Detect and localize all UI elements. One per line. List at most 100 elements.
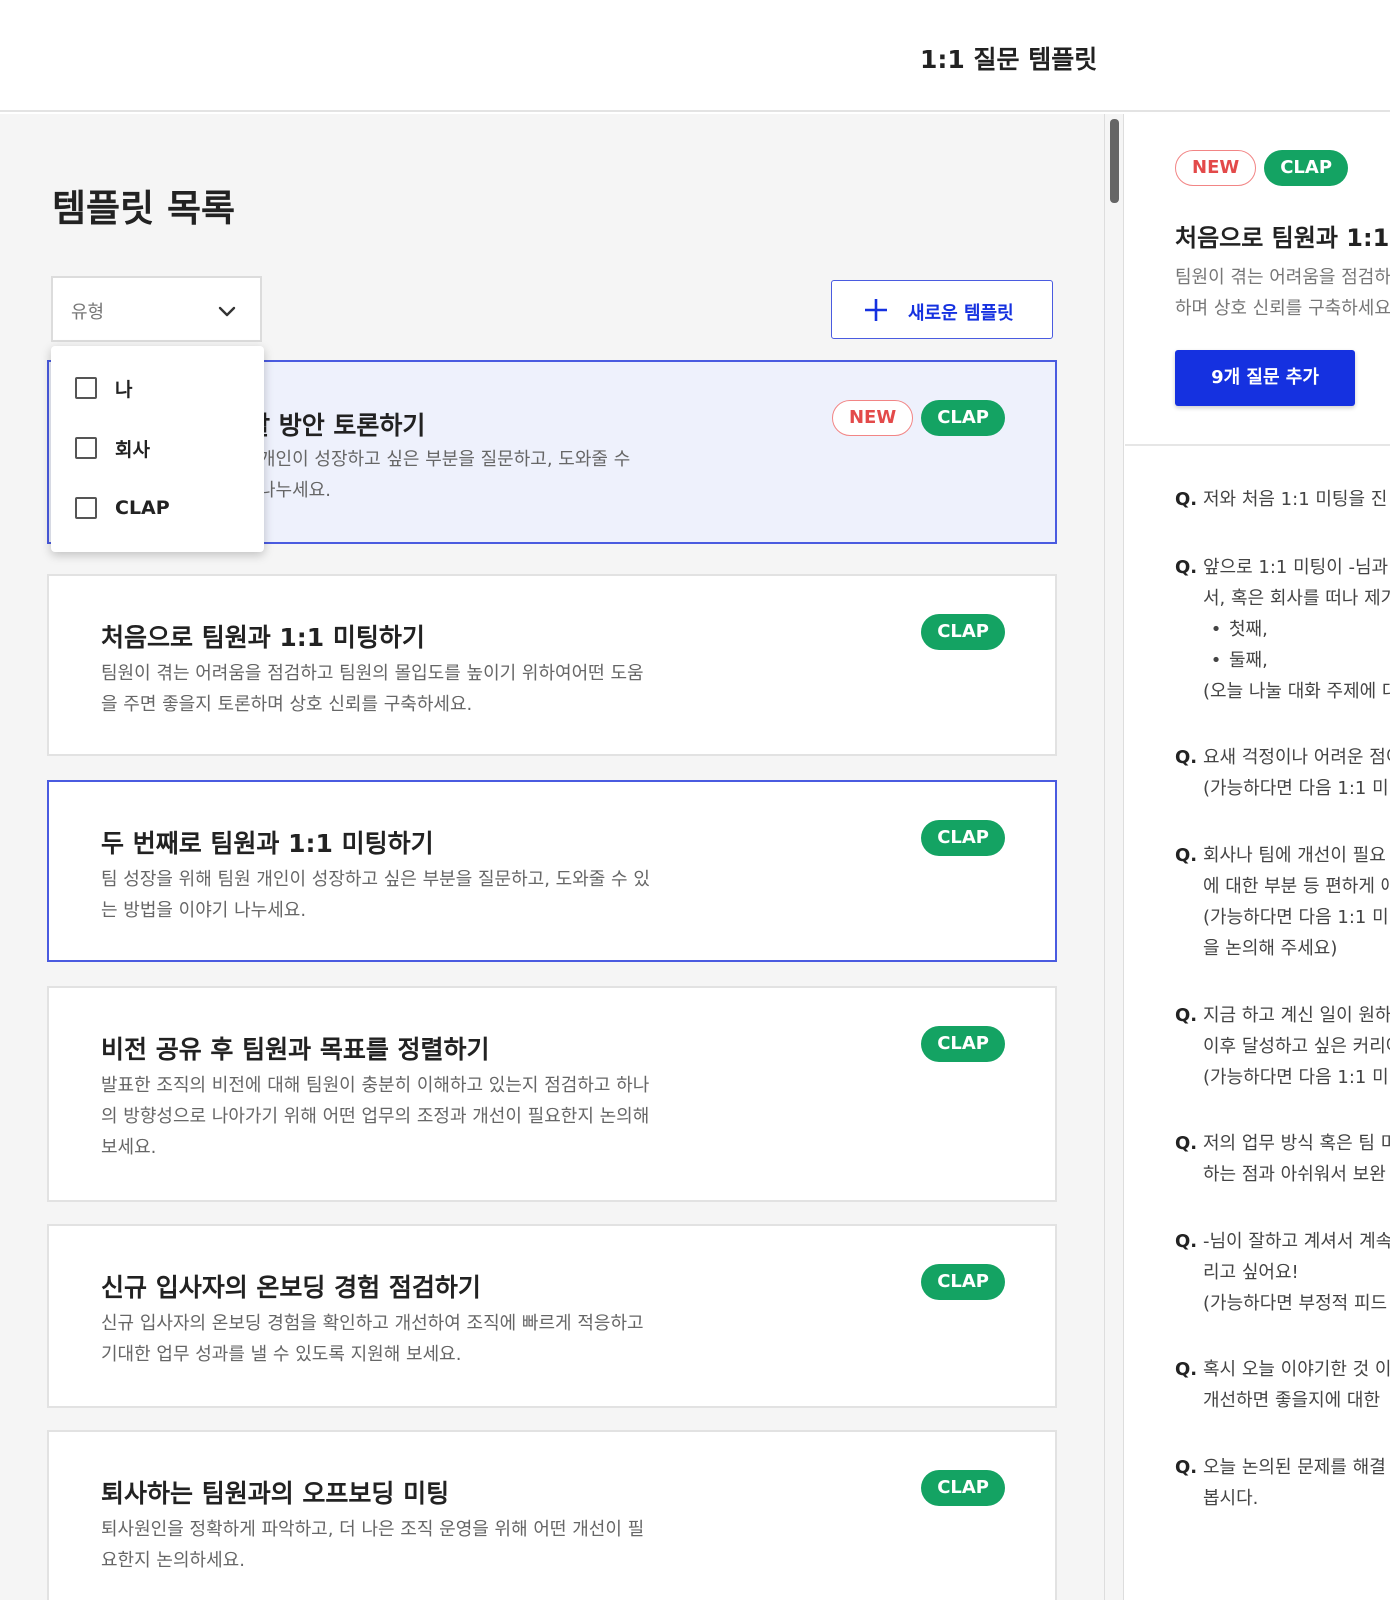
template-card-badges: CLAP <box>921 1264 1005 1300</box>
question-text: 을 논의해 주세요) <box>1203 938 1338 959</box>
template-card[interactable]: 신규 입사자의 온보딩 경험 점검하기 신규 입사자의 온보딩 경험을 확인하고… <box>47 1224 1057 1408</box>
question-bullet: 첫째, <box>1203 614 1390 645</box>
type-option-clap[interactable]: CLAP <box>75 494 170 522</box>
template-card-title: 처음으로 팀원과 1:1 미팅하기 <box>101 623 425 652</box>
template-card-desc: 팀원이 겪는 어려움을 점검하고 팀원의 몰입도를 높이기 위하여어떤 도움을 … <box>101 663 644 715</box>
template-card-badges: CLAP <box>921 614 1005 650</box>
detail-badges: NEW CLAP <box>1175 150 1349 186</box>
template-card-desc: 신규 입사자의 온보딩 경험을 확인하고 개선하여 조직에 빠르게 적응하고 기… <box>101 1313 644 1365</box>
type-filter-label: 유형 <box>71 302 105 323</box>
type-filter-select[interactable]: 유형 <box>51 276 262 342</box>
clap-badge: CLAP <box>921 1026 1005 1062</box>
clap-badge: CLAP <box>921 1264 1005 1300</box>
template-card-badges: CLAP <box>921 1026 1005 1062</box>
clap-badge: CLAP <box>921 1470 1005 1506</box>
template-card[interactable]: 두 번째로 팀원과 1:1 미팅하기 팀 성장을 위해 팀원 개인이 성장하고 … <box>47 780 1057 962</box>
type-option-company[interactable]: 회사 <box>75 434 150 462</box>
type-filter-dropdown: 나 회사 CLAP <box>51 346 264 552</box>
question-text: 요새 걱정이나 어려운 점이 <box>1203 747 1390 768</box>
question-mark: Q. <box>1175 1005 1198 1026</box>
question-text: 이후 달성하고 싶은 커리어 <box>1203 1036 1390 1057</box>
checkbox[interactable] <box>75 377 97 399</box>
type-option-label: CLAP <box>115 497 170 519</box>
template-card-desc: 발표한 조직의 비전에 대해 팀원이 충분히 이해하고 있는지 점검하고 하나의… <box>101 1075 650 1158</box>
template-detail-pane: NEW CLAP 처음으로 팀원과 1:1 팀원이 겪는 어려움을 점검하 하며… <box>1125 114 1390 1600</box>
clap-badge: CLAP <box>921 820 1005 856</box>
page-title: 1:1 질문 템플릿 <box>920 45 1098 74</box>
scrollbar-track[interactable] <box>1104 114 1124 1600</box>
detail-title: 처음으로 팀원과 1:1 <box>1175 224 1390 252</box>
question-item: Q. 회사나 팀에 개선이 필요 에 대한 부분 등 편하게 얘 (가능하다면 … <box>1175 840 1390 964</box>
chevron-down-icon <box>218 306 236 317</box>
new-template-button[interactable]: 새로운 템플릿 <box>831 280 1053 339</box>
question-mark: Q. <box>1175 1359 1198 1380</box>
question-bullet: 둘째, <box>1203 645 1390 676</box>
template-card-title: 할 방안 토론하기 <box>247 411 426 440</box>
question-text: (가능하다면 다음 1:1 미팅 <box>1203 778 1390 799</box>
template-card[interactable]: 처음으로 팀원과 1:1 미팅하기 팀원이 겪는 어려움을 점검하고 팀원의 몰… <box>47 574 1057 756</box>
question-text: 오늘 논의된 문제를 해결 <box>1203 1457 1386 1478</box>
question-mark: Q. <box>1175 1133 1198 1154</box>
question-item: Q. 저의 업무 방식 혹은 팀 미 하는 점과 아쉬워서 보완 <box>1175 1128 1390 1190</box>
question-text: 개선하면 좋을지에 대한 <box>1203 1390 1381 1411</box>
type-option-label: 회사 <box>115 438 150 461</box>
template-card-desc: 퇴사원인을 정확하게 파악하고, 더 나은 조직 운영을 위해 어떤 개선이 필… <box>101 1519 645 1571</box>
question-mark: Q. <box>1175 1457 1198 1478</box>
question-text: 혹시 오늘 이야기한 것 이 <box>1203 1359 1390 1380</box>
type-option-me[interactable]: 나 <box>75 374 132 402</box>
question-text: (오늘 나눌 대화 주제에 대 <box>1203 681 1390 702</box>
template-card[interactable]: 퇴사하는 팀원과의 오프보딩 미팅 퇴사원인을 정확하게 파악하고, 더 나은 … <box>47 1430 1057 1600</box>
question-text: 저와 처음 1:1 미팅을 진 <box>1203 489 1388 510</box>
plus-icon <box>865 299 887 321</box>
new-badge: NEW <box>831 400 914 436</box>
question-mark: Q. <box>1175 1231 1198 1252</box>
detail-desc: 팀원이 겪는 어려움을 점검하 하며 상호 신뢰를 구축하세요 <box>1175 267 1390 319</box>
template-card-title: 비전 공유 후 팀원과 목표를 정렬하기 <box>101 1035 490 1064</box>
clap-badge: CLAP <box>921 400 1005 436</box>
checkbox[interactable] <box>75 497 97 519</box>
clap-badge: CLAP <box>921 614 1005 650</box>
question-text: (가능하다면 다음 1:1 미팅 <box>1203 907 1390 928</box>
question-item: Q. 혹시 오늘 이야기한 것 이 개선하면 좋을지에 대한 <box>1175 1354 1390 1416</box>
question-mark: Q. <box>1175 747 1198 768</box>
question-text: 저의 업무 방식 혹은 팀 미 <box>1203 1133 1390 1154</box>
question-item: Q. 지금 하고 계신 일이 원하 이후 달성하고 싶은 커리어 (가능하다면 … <box>1175 1000 1390 1093</box>
template-list-pane: 템플릿 목록 유형 새로운 템플릿 할 방안 토론하기 개인이 성장하고 싶은 … <box>0 114 1104 1600</box>
clap-badge: CLAP <box>1264 150 1349 186</box>
question-item: Q. 오늘 논의된 문제를 해결 봅시다. <box>1175 1452 1390 1514</box>
question-text: (가능하다면 부정적 피드 <box>1203 1293 1388 1314</box>
question-text: 하는 점과 아쉬워서 보완 <box>1203 1164 1386 1185</box>
template-card-title: 두 번째로 팀원과 1:1 미팅하기 <box>101 829 434 858</box>
question-text: 서, 혹은 회사를 떠나 제가 <box>1203 588 1390 609</box>
template-card[interactable]: 비전 공유 후 팀원과 목표를 정렬하기 발표한 조직의 비전에 대해 팀원이 … <box>47 986 1057 1202</box>
template-card-title: 신규 입사자의 온보딩 경험 점검하기 <box>101 1273 481 1302</box>
add-questions-button[interactable]: 9개 질문 추가 <box>1175 350 1355 406</box>
template-card-desc: 개인이 성장하고 싶은 부분을 질문하고, 도와줄 수 나누세요. <box>259 449 631 501</box>
question-item: Q. 요새 걱정이나 어려운 점이 (가능하다면 다음 1:1 미팅 <box>1175 742 1390 804</box>
top-bar: 1:1 질문 템플릿 <box>0 0 1390 112</box>
template-card-badges: CLAP <box>921 820 1005 856</box>
template-card-badges: CLAP <box>921 1470 1005 1506</box>
divider <box>1125 444 1390 446</box>
template-list-title: 템플릿 목록 <box>52 187 236 230</box>
new-template-label: 새로운 템플릿 <box>908 303 1014 324</box>
template-card-badges: NEW CLAP <box>831 400 1005 436</box>
question-mark: Q. <box>1175 557 1198 578</box>
question-text: 지금 하고 계신 일이 원하 <box>1203 1005 1390 1026</box>
question-text: 리고 싶어요! <box>1203 1262 1299 1283</box>
question-item: Q. -님이 잘하고 계셔서 계속 리고 싶어요! (가능하다면 부정적 피드 <box>1175 1226 1390 1319</box>
template-card-desc: 팀 성장을 위해 팀원 개인이 성장하고 싶은 부분을 질문하고, 도와줄 수 … <box>101 869 650 921</box>
scrollbar-thumb[interactable] <box>1110 119 1119 203</box>
type-option-label: 나 <box>115 378 133 401</box>
question-text: -님이 잘하고 계셔서 계속 <box>1203 1231 1390 1252</box>
question-text: 회사나 팀에 개선이 필요 <box>1203 845 1386 866</box>
question-mark: Q. <box>1175 845 1198 866</box>
new-badge: NEW <box>1175 150 1257 186</box>
question-item: Q. 앞으로 1:1 미팅이 -님과 서, 혹은 회사를 떠나 제가 첫째, 둘… <box>1175 552 1390 707</box>
question-item: Q. 저와 처음 1:1 미팅을 진 <box>1175 484 1390 515</box>
checkbox[interactable] <box>75 437 97 459</box>
template-card-title: 퇴사하는 팀원과의 오프보딩 미팅 <box>101 1479 450 1508</box>
question-text: 에 대한 부분 등 편하게 얘 <box>1203 876 1390 897</box>
question-text: (가능하다면 다음 1:1 미팅 <box>1203 1067 1390 1088</box>
question-text: 봅시다. <box>1203 1488 1259 1509</box>
